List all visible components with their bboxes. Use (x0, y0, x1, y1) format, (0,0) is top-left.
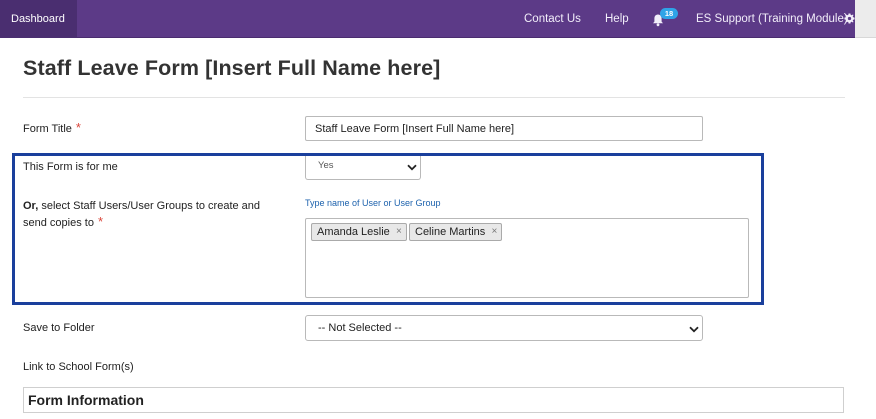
save-folder-select-value: -- Not Selected -- (318, 322, 402, 334)
nav-help-link[interactable]: Help (605, 0, 629, 38)
form-title-input[interactable] (305, 116, 703, 141)
top-navbar: Dashboard Contact Us Help 18 ES Support … (0, 0, 855, 38)
remove-token-icon[interactable]: × (491, 224, 497, 240)
recipients-token-input[interactable]: Amanda Leslie × Celine Martins × (305, 218, 749, 298)
recipients-label-line1: select Staff Users/User Groups to create… (38, 200, 261, 212)
form-information-section: Form Information (23, 387, 844, 413)
recipient-search-hint[interactable]: Type name of User or User Group (305, 198, 441, 208)
recipient-token: Celine Martins × (409, 223, 503, 241)
chevron-down-icon (689, 326, 699, 333)
recipients-label-prefix: Or, (23, 200, 39, 212)
required-mark: * (97, 214, 103, 229)
recipients-label: Or, select Staff Users/User Groups to cr… (23, 198, 260, 231)
chevron-down-icon (407, 164, 417, 171)
for-me-label: This Form is for me (23, 161, 118, 173)
form-title-label: Form Title * (23, 120, 81, 137)
recipient-token-label: Celine Martins (415, 226, 486, 238)
save-folder-label: Save to Folder (23, 322, 95, 334)
save-folder-select[interactable]: -- Not Selected -- (305, 315, 703, 341)
remove-token-icon[interactable]: × (396, 224, 402, 240)
nav-dashboard-link[interactable]: Dashboard (0, 0, 77, 38)
recipients-label-line2: send copies to (23, 217, 94, 229)
required-mark: * (75, 120, 81, 135)
nav-contact-us-link[interactable]: Contact Us (524, 0, 581, 38)
for-me-select[interactable]: Yes (305, 155, 421, 180)
for-me-select-value: Yes (318, 160, 334, 171)
section-title: Form Information (28, 392, 144, 408)
form-title-label-text: Form Title (23, 123, 72, 135)
recipient-token-label: Amanda Leslie (317, 226, 390, 238)
nav-user-menu[interactable]: ES Support (Training Module) (696, 0, 848, 38)
page-title: Staff Leave Form [Insert Full Name here] (23, 56, 441, 80)
title-divider (23, 97, 845, 98)
window-edge (855, 0, 876, 38)
link-school-form-label: Link to School Form(s) (23, 361, 134, 373)
gear-icon[interactable] (844, 13, 855, 24)
notification-count-badge: 18 (660, 8, 678, 19)
recipient-token: Amanda Leslie × (311, 223, 407, 241)
